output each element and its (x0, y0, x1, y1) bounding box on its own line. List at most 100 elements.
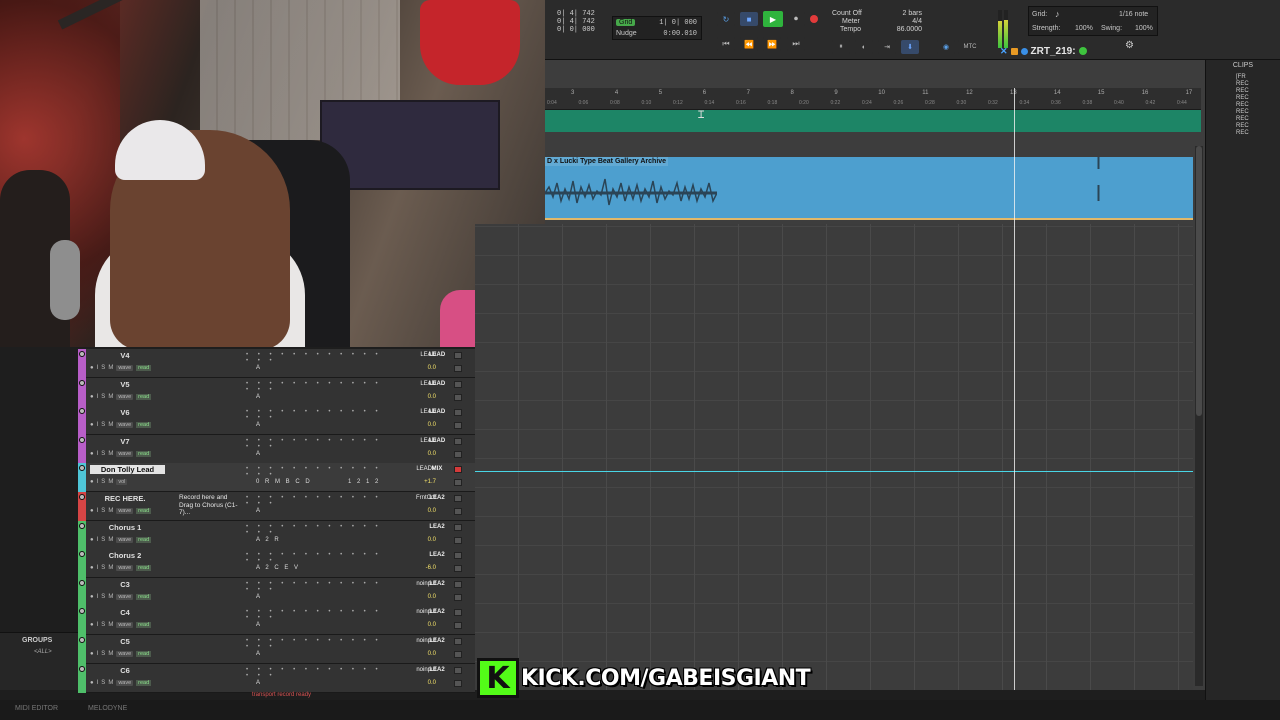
track-row[interactable]: C4 ● I S Mwave read • • • • • • • • • • • • • … (78, 606, 475, 636)
length-counter[interactable]: 0| 0| 000 (557, 26, 595, 34)
go-to-end-button[interactable]: ⏭ (787, 37, 805, 51)
mute-button[interactable]: M (108, 479, 113, 485)
track-row[interactable]: V7 ● I S Mwave read • • • • • • • • • • • • • … (78, 434, 475, 464)
punch-icon[interactable]: ⏺ (787, 12, 805, 26)
mute-button[interactable]: M (108, 565, 113, 571)
track-output-selector[interactable]: LEA2 (422, 495, 452, 501)
record-button[interactable] (810, 12, 818, 26)
insert-slots[interactable]: • • • • • • • • • • • • • • • (246, 581, 391, 593)
track-power-icon[interactable] (79, 551, 85, 558)
grid-value[interactable]: 1| 0| 000 (659, 19, 697, 27)
solo-button[interactable]: S (101, 651, 105, 657)
track-menu-box-icon[interactable] (454, 651, 462, 658)
record-enable-icon[interactable]: ● (90, 651, 94, 657)
input-monitor-button[interactable]: I (97, 594, 99, 600)
track-row[interactable]: V4 ● I S Mwave read • • • • • • • • • • • • • … (78, 349, 475, 378)
solo-button[interactable]: S (101, 622, 105, 628)
send-labels[interactable]: 1 2 1 2 (348, 479, 380, 485)
insert-labels[interactable]: A (256, 680, 262, 686)
groups-all-item[interactable]: <ALL> (34, 649, 52, 655)
solo-button[interactable]: S (101, 365, 105, 371)
track-menu-box-icon[interactable] (454, 365, 462, 372)
solo-button[interactable]: S (101, 508, 105, 514)
input-monitor-button[interactable]: I (97, 394, 99, 400)
track-menu-box-icon[interactable] (454, 450, 462, 458)
record-enable-icon[interactable]: ● (90, 508, 94, 514)
automation-mode-selector[interactable]: read (136, 422, 152, 429)
track-name[interactable]: C4 (90, 608, 160, 617)
insert-slots[interactable]: • • • • • • • • • • • • • • • (246, 552, 391, 564)
input-monitor-button[interactable]: I (97, 451, 99, 457)
record-enable-icon[interactable]: ● (90, 565, 94, 571)
input-monitor-button[interactable]: I (97, 651, 99, 657)
record-enable-icon[interactable]: ● (90, 394, 94, 400)
mute-button[interactable]: M (108, 394, 113, 400)
clip-list-item[interactable]: REC (1236, 95, 1249, 101)
track-power-icon[interactable] (79, 436, 85, 443)
track-view-selector[interactable]: wave (116, 565, 134, 572)
track-name[interactable]: V5 (90, 380, 160, 389)
track-view-selector[interactable]: wave (116, 536, 134, 543)
track-power-icon[interactable] (79, 379, 85, 386)
track-menu-box-icon[interactable] (454, 593, 462, 601)
count-off-label[interactable]: Count Off (832, 10, 862, 18)
track-output-selector[interactable]: LEAD (422, 381, 452, 387)
track-menu-box-icon[interactable] (454, 565, 462, 573)
clip-list-item[interactable]: REC (1236, 123, 1249, 129)
solo-button[interactable]: S (101, 565, 105, 571)
insert-labels[interactable]: A (256, 594, 262, 600)
tempo-value[interactable]: 86.0000 (897, 26, 922, 34)
track-record-box-icon[interactable] (454, 523, 462, 531)
insert-labels[interactable]: A (256, 394, 262, 400)
track-volume-value[interactable]: 0.0 (396, 394, 436, 400)
insert-slots[interactable]: • • • • • • • • • • • • • • • (246, 609, 391, 621)
automation-mode-selector[interactable]: read (136, 508, 152, 514)
play-button[interactable]: ▶ (763, 11, 783, 27)
track-name[interactable]: C5 (90, 637, 160, 646)
track-record-box-icon[interactable] (454, 666, 462, 674)
loop-icon[interactable]: ↻ (717, 12, 735, 26)
track-name[interactable]: V4 (90, 351, 160, 360)
track-power-icon[interactable] (79, 608, 85, 615)
track-name[interactable]: Chorus 2 (90, 551, 160, 560)
track-menu-box-icon[interactable] (454, 679, 462, 687)
automation-mode-selector[interactable]: read (136, 651, 152, 657)
clip-list-item[interactable]: REC (1236, 81, 1249, 87)
meter-value[interactable]: 4/4 (912, 18, 922, 26)
track-menu-box-icon[interactable] (454, 508, 462, 515)
track-volume-value[interactable]: 0.0 (396, 594, 436, 600)
timeline-grid[interactable] (475, 224, 1193, 690)
clip-list-item[interactable]: REC (1236, 88, 1249, 94)
automation-mode-selector[interactable]: read (136, 622, 152, 629)
automation-mode-selector[interactable]: read (136, 393, 152, 400)
insert-slots[interactable]: • • • • • • • • • • • • • • • (246, 524, 391, 536)
track-volume-value[interactable]: 0.0 (396, 451, 436, 457)
track-view-selector[interactable]: wave (116, 622, 134, 629)
solo-button[interactable]: S (101, 394, 105, 400)
grid-panel-value[interactable]: 1/16 note (1119, 11, 1148, 18)
midi-merge-icon[interactable]: ◐ (855, 40, 873, 54)
track-power-icon[interactable] (79, 351, 85, 357)
insert-labels[interactable]: A (256, 622, 262, 628)
timeline-ruler[interactable]: 345678910111213141516170:040:060:080:100… (545, 88, 1201, 110)
track-volume-value[interactable]: 0.0 (396, 422, 436, 428)
input-monitor-button[interactable]: I (97, 565, 99, 571)
track-output-selector[interactable]: LEA2 (422, 524, 452, 530)
track-record-box-icon[interactable] (454, 580, 462, 588)
track-power-icon[interactable] (79, 494, 85, 500)
track-row[interactable]: REC HERE. ● I S Mwave read Record here and Dra… (78, 492, 475, 521)
rewind-to-start-button[interactable]: ⏮ (717, 37, 735, 51)
record-enable-icon[interactable]: ● (90, 365, 94, 371)
clip-list-item[interactable]: REC (1236, 116, 1249, 122)
track-menu-box-icon[interactable] (454, 393, 462, 401)
mute-button[interactable]: M (108, 537, 113, 543)
mute-button[interactable]: M (108, 422, 113, 428)
insert-slots[interactable]: • • • • • • • • • • • • • • • (246, 438, 391, 450)
track-volume-value[interactable]: 0.0 (396, 680, 436, 686)
track-output-selector[interactable]: LEAD (422, 352, 452, 358)
input-monitor-button[interactable]: I (97, 422, 99, 428)
track-record-box-icon[interactable] (454, 466, 462, 474)
stop-button[interactable]: ■ (740, 12, 758, 26)
track-view-selector[interactable]: wave (116, 651, 134, 657)
mute-button[interactable]: M (108, 451, 113, 457)
